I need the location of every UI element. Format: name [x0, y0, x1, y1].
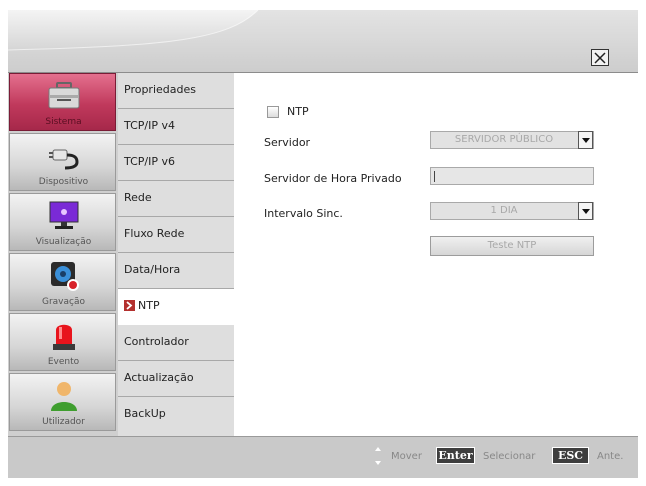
- category-label: Gravação: [41, 297, 85, 307]
- category-label: Utilizador: [42, 417, 85, 427]
- monitor-icon: [49, 201, 79, 229]
- menu-item-label: Rede: [124, 191, 152, 204]
- close-button[interactable]: [591, 49, 609, 66]
- up-down-arrows-icon: [375, 447, 381, 465]
- category-label: Visualização: [35, 237, 92, 247]
- category-label: Dispositivo: [38, 177, 89, 187]
- close-x-icon: [594, 52, 606, 64]
- back-hint: Ante.: [597, 451, 624, 462]
- category-label: Evento: [47, 357, 80, 367]
- menu-item-controlador[interactable]: Controlador: [118, 325, 234, 361]
- ntp-enable-checkbox[interactable]: [267, 106, 279, 118]
- server-select-value: SERVIDOR PÚBLICO: [454, 134, 554, 145]
- camera-record-icon: [51, 262, 79, 291]
- server-select[interactable]: SERVIDOR PÚBLICO: [430, 131, 594, 149]
- enter-key-badge: Enter: [436, 447, 475, 464]
- category-gravacao[interactable]: Gravação: [9, 253, 116, 311]
- submenu: Propriedades TCP/IP v4 TCP/IP v6 Rede Fl…: [118, 73, 235, 436]
- toolbox-icon: [48, 82, 80, 109]
- menu-item-propriedades[interactable]: Propriedades: [118, 73, 234, 109]
- text-caret: [434, 171, 435, 182]
- dropdown-arrow-icon[interactable]: [578, 202, 593, 220]
- category-evento[interactable]: Evento: [9, 313, 116, 371]
- category-label: Sistema: [45, 117, 82, 127]
- menu-item-fluxo-rede[interactable]: Fluxo Rede: [118, 217, 234, 253]
- category-utilizador[interactable]: Utilizador: [9, 373, 116, 431]
- select-hint: Selecionar: [483, 451, 536, 462]
- alarm-light-icon: [53, 324, 75, 350]
- category-sistema[interactable]: Sistema: [9, 73, 116, 131]
- menu-item-label: Propriedades: [124, 83, 196, 96]
- menu-item-label: Fluxo Rede: [124, 227, 185, 240]
- esc-key-badge: ESC: [552, 447, 589, 464]
- ntp-enable-label: NTP: [287, 105, 309, 118]
- header-decoration: [8, 10, 638, 72]
- menu-item-rede[interactable]: Rede: [118, 181, 234, 217]
- menu-item-ntp[interactable]: NTP: [118, 289, 234, 325]
- menu-item-actualizacao[interactable]: Actualização: [118, 361, 234, 397]
- server-label: Servidor: [264, 136, 311, 149]
- menu-item-backup[interactable]: BackUp: [118, 397, 234, 433]
- menu-item-label: TCP/IP v6: [124, 155, 175, 168]
- menu-item-tcpip-v4[interactable]: TCP/IP v4: [118, 109, 234, 145]
- menu-item-tcpip-v6[interactable]: TCP/IP v6: [118, 145, 234, 181]
- sync-interval-value: 1 DIA: [490, 205, 518, 216]
- menu-item-label: NTP: [138, 299, 160, 312]
- sync-interval-label: Intervalo Sinc.: [264, 207, 343, 220]
- plug-icon: [49, 149, 79, 170]
- footer-hints: Mover Enter Selecionar ESC Ante.: [8, 436, 638, 478]
- window-header: [8, 10, 638, 73]
- menu-item-label: Data/Hora: [124, 263, 181, 276]
- menu-item-label: Actualização: [124, 371, 194, 384]
- category-column: Sistema Dispositivo Visualização Gravaçã…: [8, 73, 118, 436]
- sync-interval-select[interactable]: 1 DIA: [430, 202, 594, 220]
- private-server-label: Servidor de Hora Privado: [264, 172, 402, 185]
- chevron-right-icon: [124, 300, 135, 311]
- menu-item-label: TCP/IP v4: [124, 119, 175, 132]
- menu-item-label: BackUp: [124, 407, 166, 420]
- user-icon: [51, 382, 77, 411]
- setup-window: Sistema Dispositivo Visualização Gravaçã…: [8, 10, 638, 478]
- category-dispositivo[interactable]: Dispositivo: [9, 133, 116, 191]
- category-visualizacao[interactable]: Visualização: [9, 193, 116, 251]
- move-hint: Mover: [391, 451, 422, 462]
- test-ntp-button[interactable]: Teste NTP: [430, 236, 594, 256]
- menu-item-label: Controlador: [124, 335, 189, 348]
- dropdown-arrow-icon[interactable]: [578, 131, 593, 149]
- ntp-settings-panel: NTP Servidor SERVIDOR PÚBLICO Servidor d…: [234, 73, 638, 436]
- private-server-input[interactable]: [430, 167, 594, 185]
- menu-item-data-hora[interactable]: Data/Hora: [118, 253, 234, 289]
